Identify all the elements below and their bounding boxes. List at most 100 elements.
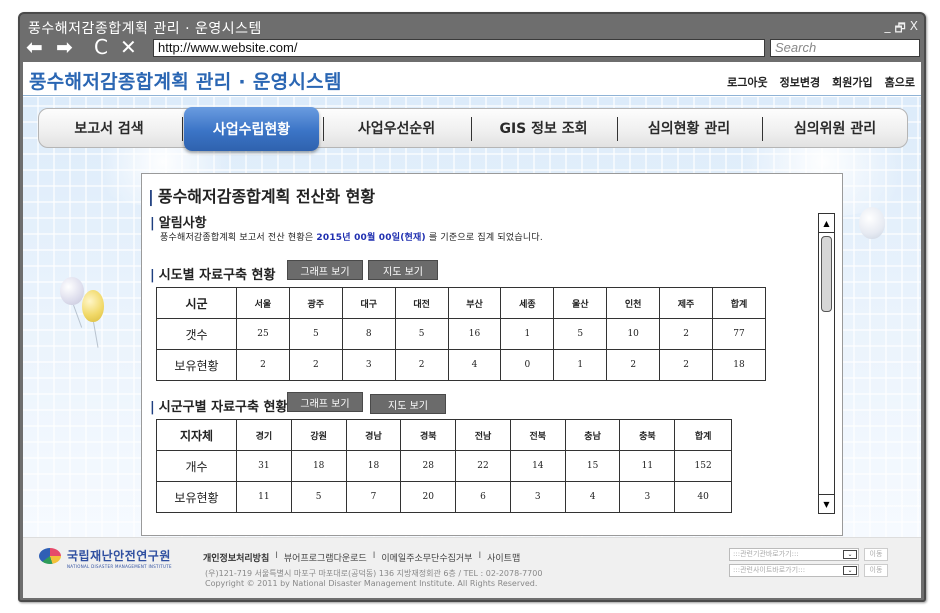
related-agency-go-button[interactable]: 이동 [864, 548, 888, 561]
table-cell: 22 [455, 450, 511, 482]
tab-project-priority[interactable]: 사업우선순위 [324, 109, 469, 147]
sido-heading-text: 시도별 자료구축 현황 [158, 268, 276, 283]
table-cell: 2 [659, 349, 714, 381]
logo-subtext: NATIONAL DISASTER MANAGEMENT INSTITUTE [67, 564, 172, 569]
logo-text: 국립재난안전연구원 [67, 549, 171, 563]
column-header-cell: 제주 [659, 287, 714, 319]
sido-section-heading: | 시도별 자료구축 현황 [150, 268, 276, 283]
column-header-cell: 대전 [394, 287, 449, 319]
institute-logo[interactable]: 국립재난안전연구원 [39, 547, 171, 564]
chevron-down-icon[interactable]: ⌄ [843, 566, 857, 575]
column-header-cell: 합계 [674, 419, 732, 451]
table-cell: 5 [290, 481, 347, 513]
table-cell: 1 [553, 349, 608, 381]
logout-link[interactable]: 로그아웃 [727, 74, 767, 90]
column-header-cell: 경기 [236, 419, 292, 451]
notice-text-after: 를 기준으로 집계 되었습니다. [428, 233, 543, 243]
related-site-select-value: :::관련사이트바로가기::: [733, 566, 806, 574]
copyright-text: Copyright © 2011 by National Disaster Ma… [205, 579, 538, 588]
balloon-string [73, 304, 83, 328]
table-row: 보유현황 11 5 7 20 6 3 4 3 40 [156, 481, 732, 513]
page-title-text: 풍수해저감종합계획 전산화 현황 [157, 187, 376, 206]
content-panel: | 풍수해저감종합계획 전산화 현황 | 알림사항 풍수해저감종합계획 보고서 전산… [141, 173, 843, 536]
tab-review-committee[interactable]: 심의위원 관리 [763, 109, 907, 147]
column-header-cell: 경북 [400, 419, 457, 451]
chevron-down-icon[interactable]: ⌄ [843, 550, 857, 559]
table-cell: 5 [394, 318, 449, 350]
notice-text-before: 풍수해저감종합계획 보고서 전산 현황은 [160, 233, 314, 243]
table-cell: 152 [674, 450, 732, 482]
table-corner-header: 시군 [156, 287, 237, 319]
table-cell: 4 [447, 349, 502, 381]
email-refusal-link[interactable]: 이메일주소무단수집거부 [381, 551, 472, 564]
sitemap-link[interactable]: 사이트맵 [487, 551, 520, 564]
tab-review-status[interactable]: 심의현황 관리 [618, 109, 760, 147]
table-corner-header: 지자체 [156, 419, 237, 451]
sido-map-button[interactable]: 지도 보기 [368, 260, 438, 280]
table-cell: 3 [509, 481, 566, 513]
table-cell: 40 [674, 481, 732, 513]
table-cell: 14 [509, 450, 566, 482]
table-cell: 18 [712, 349, 766, 381]
sigungu-section-heading: | 시군구별 자료구축 현황 [150, 400, 288, 415]
column-header-cell: 충남 [564, 419, 621, 451]
related-agency-select[interactable]: :::관련기관바로가기::: ⌄ [729, 548, 859, 561]
column-header-cell: 강원 [290, 419, 347, 451]
table-cell: 3 [341, 349, 396, 381]
column-header-cell: 인천 [606, 287, 661, 319]
table-cell: 11 [619, 450, 676, 482]
search-input[interactable]: Search [770, 39, 920, 57]
scroll-thumb[interactable] [821, 236, 832, 312]
back-arrow-icon[interactable]: ⬅ [26, 37, 43, 57]
link-separator: I [275, 551, 278, 561]
related-site-go-button[interactable]: 이동 [864, 564, 888, 577]
tab-project-status[interactable]: 사업수립현황 [184, 107, 319, 151]
institute-logo-icon [39, 547, 61, 564]
table-cell: 3 [619, 481, 676, 513]
privacy-policy-link[interactable]: 개인정보처리방침 [203, 551, 269, 564]
column-header-cell: 세종 [500, 287, 555, 319]
row-header-cell: 보유현황 [156, 481, 237, 513]
table-cell: 2 [606, 349, 661, 381]
column-header-cell: 합계 [712, 287, 766, 319]
notice-heading-text: 알림사항 [158, 216, 207, 231]
signup-link[interactable]: 회원가입 [832, 74, 872, 90]
stop-icon[interactable]: ✕ [120, 37, 137, 57]
row-header-cell: 보유현황 [156, 349, 237, 381]
sigungu-heading-text: 시군구별 자료구축 현황 [158, 400, 288, 415]
title-bar: 풍수해저감종합계획 관리 · 운영시스템 _ 🗗 X [20, 14, 924, 37]
table-cell: 15 [564, 450, 621, 482]
table-header-row: 시군 서울 광주 대구 대전 부산 세종 울산 인천 제주 합계 [156, 287, 766, 319]
sido-graph-button[interactable]: 그래프 보기 [287, 260, 363, 280]
yellow-balloon-icon [82, 290, 104, 322]
url-input[interactable]: http://www.website.com/ [153, 39, 765, 57]
column-header-cell: 경남 [345, 419, 402, 451]
balloon-string [93, 321, 99, 348]
table-cell: 10 [606, 318, 661, 350]
column-header-cell: 전남 [455, 419, 511, 451]
reload-icon[interactable]: C [94, 37, 108, 57]
vertical-scrollbar[interactable]: ▲ ▼ [818, 213, 835, 514]
sigungu-graph-button[interactable]: 그래프 보기 [287, 392, 363, 412]
row-header-cell: 개수 [156, 450, 237, 482]
edit-info-link[interactable]: 정보변경 [780, 74, 820, 90]
home-link[interactable]: 홈으로 [885, 74, 915, 90]
footer-address: (우)121-719 서울특별시 마포구 마포대로(공덕동) 136 지방재정회… [205, 569, 542, 589]
forward-arrow-icon[interactable]: ➡ [56, 37, 73, 57]
page-title: | 풍수해저감종합계획 전산화 현황 [148, 187, 376, 206]
notice-text: 풍수해저감종합계획 보고서 전산 현황은 2015년 00월 00일(현재) 를… [160, 230, 543, 243]
footer: 국립재난안전연구원 NATIONAL DISASTER MANAGEMENT I… [23, 537, 921, 598]
tab-report-search[interactable]: 보고서 검색 [39, 109, 179, 147]
table-cell: 1 [500, 318, 555, 350]
scroll-down-arrow-icon[interactable]: ▼ [819, 494, 834, 513]
viewer-download-link[interactable]: 뷰어프로그램다운로드 [284, 551, 367, 564]
footer-links: 개인정보처리방침 I 뷰어프로그램다운로드 I 이메일주소무단수집거부 I 사이… [203, 551, 520, 564]
notice-date-highlight: 2015년 00월 00일(현재) [316, 233, 426, 243]
table-cell: 77 [712, 318, 766, 350]
site-title[interactable]: 풍수해저감종합계획 관리 · 운영시스템 [29, 67, 342, 94]
tab-gis-info[interactable]: GIS 정보 조회 [472, 109, 615, 147]
table-cell: 0 [500, 349, 555, 381]
scroll-up-arrow-icon[interactable]: ▲ [819, 214, 834, 233]
sigungu-map-button[interactable]: 지도 보기 [370, 394, 446, 414]
related-site-select[interactable]: :::관련사이트바로가기::: ⌄ [729, 564, 859, 577]
